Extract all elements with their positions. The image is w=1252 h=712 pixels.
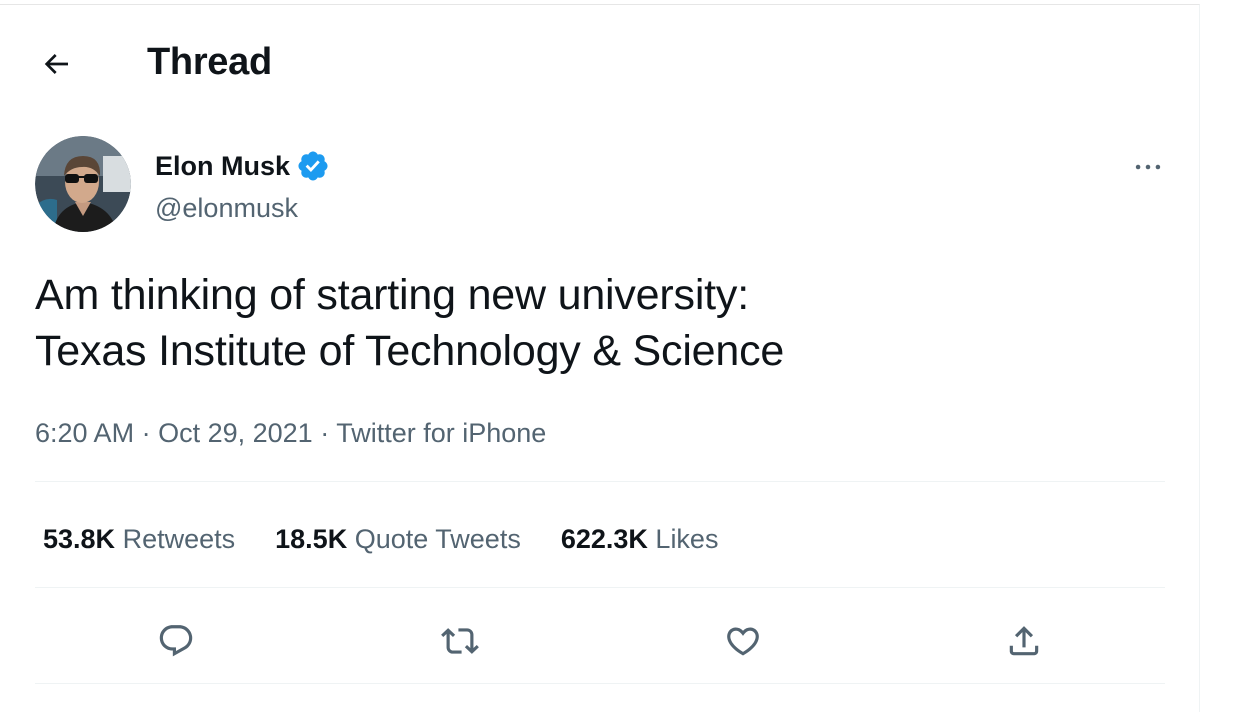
meta-separator: · — [141, 418, 151, 448]
verified-badge-icon — [296, 149, 330, 183]
heart-icon — [724, 622, 762, 660]
thread-header: Thread — [0, 5, 1200, 115]
divider — [35, 587, 1165, 588]
likes-label: Likes — [655, 524, 719, 554]
avatar[interactable] — [35, 136, 131, 232]
share-icon — [1005, 622, 1043, 660]
tweet-meta: 6:20 AM · Oct 29, 2021 · Twitter for iPh… — [35, 413, 546, 453]
retweets-label: Retweets — [122, 524, 236, 554]
tweet-text: Am thinking of starting new university: … — [35, 267, 1165, 379]
tweet-time[interactable]: 6:20 AM — [35, 418, 134, 448]
likes-count: 622.3K — [560, 524, 648, 554]
quote-tweets-stat[interactable]: 18.5K Quote Tweets — [275, 519, 521, 559]
reply-icon — [157, 622, 195, 660]
more-horizontal-icon — [1131, 150, 1165, 184]
author-name-text: Elon Musk — [155, 151, 291, 181]
quote-tweets-count: 18.5K — [275, 524, 348, 554]
tweet-thread-page: Thread Elon Musk @elonmusk Am thinking o… — [0, 4, 1200, 712]
divider — [35, 683, 1165, 684]
share-button[interactable] — [996, 613, 1052, 669]
more-options-button[interactable] — [1124, 145, 1172, 189]
tweet-text-line: Texas Institute of Technology & Science — [35, 327, 785, 375]
divider — [35, 481, 1165, 482]
likes-stat[interactable]: 622.3K Likes — [561, 519, 719, 559]
like-button[interactable] — [715, 613, 771, 669]
quote-tweets-label: Quote Tweets — [354, 524, 521, 554]
meta-separator: · — [320, 418, 330, 448]
author-name[interactable]: Elon Musk — [155, 146, 330, 186]
retweets-count: 53.8K — [43, 524, 116, 554]
page-title: Thread — [147, 41, 272, 83]
tweet-source[interactable]: Twitter for iPhone — [336, 418, 546, 448]
arrow-left-icon — [40, 48, 72, 80]
tweet-text-line: Am thinking of starting new university: — [35, 271, 749, 319]
reply-button[interactable] — [148, 613, 204, 669]
retweets-stat[interactable]: 53.8K Retweets — [43, 519, 235, 559]
tweet-date[interactable]: Oct 29, 2021 — [158, 418, 313, 448]
back-button[interactable] — [30, 41, 82, 87]
retweet-button[interactable] — [432, 613, 488, 669]
author-handle[interactable]: @elonmusk — [155, 188, 298, 228]
retweet-icon — [441, 622, 479, 660]
tweet-stats: 53.8K Retweets 18.5K Quote Tweets 622.3K… — [43, 519, 758, 559]
